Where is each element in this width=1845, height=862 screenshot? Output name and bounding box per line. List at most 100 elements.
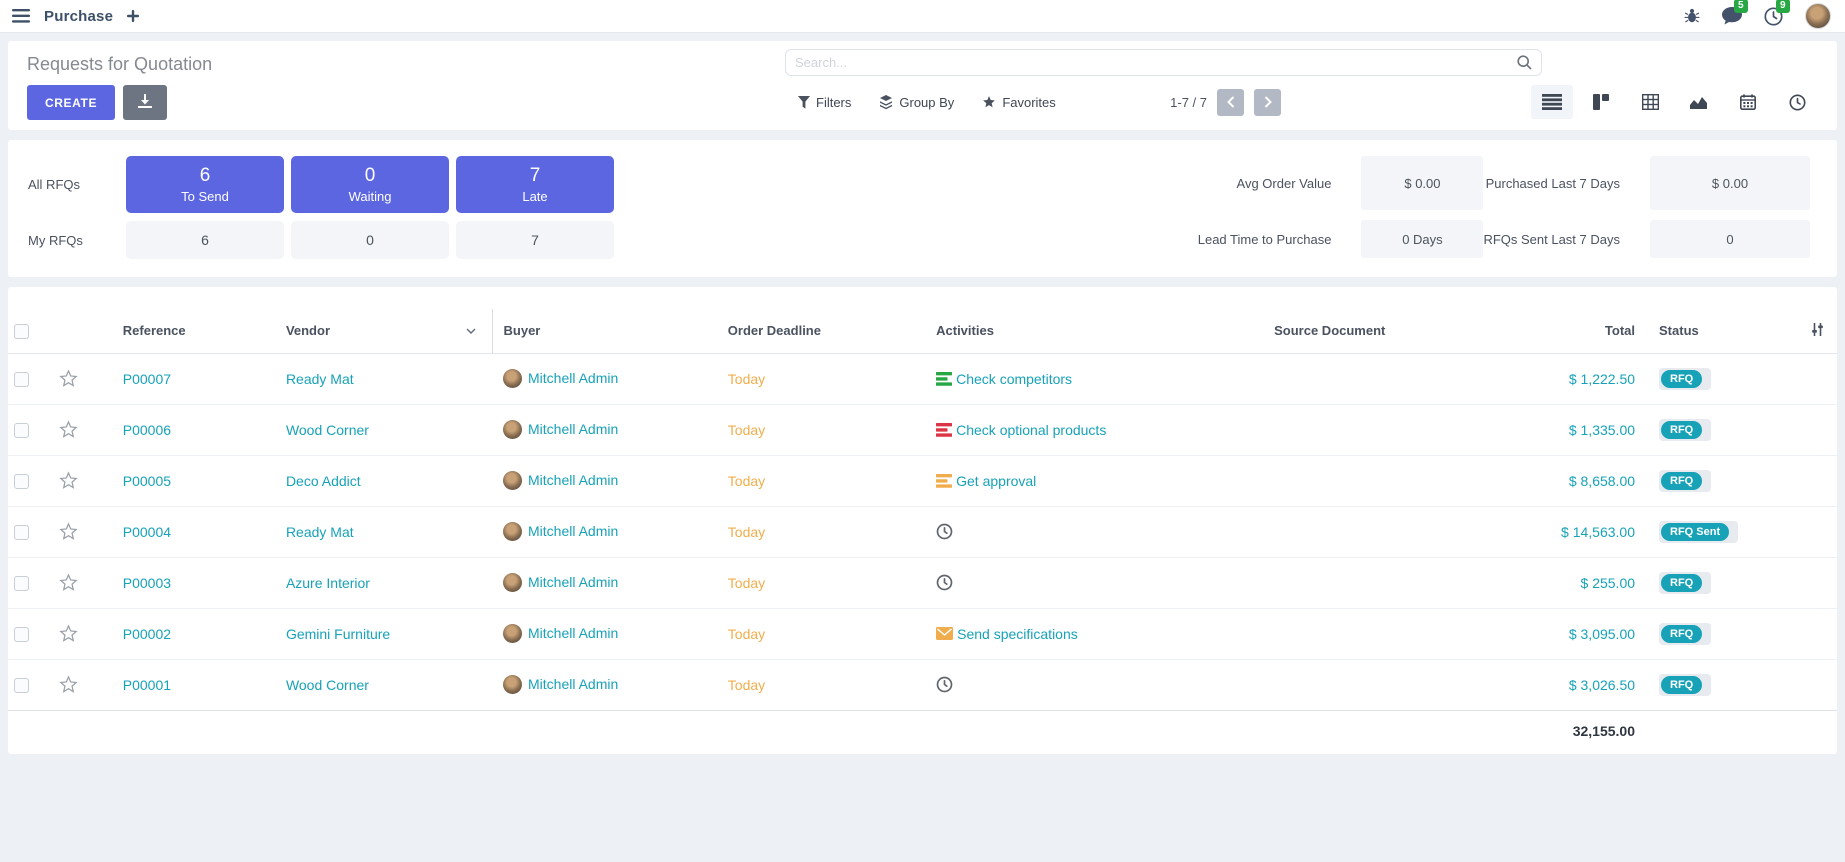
table-row[interactable]: P00006 Wood Corner Mitchell Admin Today [8,404,1837,455]
reference-link: P00004 [123,524,171,540]
row-checkbox[interactable] [14,627,29,642]
favorites-button[interactable]: Favorites [982,95,1055,110]
kpi-late[interactable]: 7 Late [456,156,614,213]
clock-icon [936,676,953,693]
favorite-star-icon[interactable] [59,624,78,643]
row-checkbox[interactable] [14,372,29,387]
table-row[interactable]: P00002 Gemini Furniture Mitchell Admin T… [8,608,1837,659]
table-body: P00007 Ready Mat Mitchell Admin Today [8,353,1837,710]
kpi-waiting[interactable]: 0 Waiting [291,156,449,213]
optional-columns-icon[interactable] [1810,322,1825,337]
calendar-view-button[interactable] [1727,85,1769,119]
filters-button[interactable]: Filters [798,95,851,110]
total-amount: $ 3,095.00 [1569,626,1635,642]
activity-label: Get approval [956,473,1036,489]
my-rfqs-label: My RFQs [27,233,119,248]
export-button[interactable] [123,85,167,120]
user-avatar[interactable] [1805,3,1831,29]
activity-cell[interactable]: Check competitors [936,371,1268,387]
order-deadline: Today [728,422,765,438]
search-icon[interactable] [1517,55,1532,70]
kpi-my-waiting[interactable]: 0 [291,221,449,259]
activity-cell[interactable]: Check optional products [936,422,1268,438]
header-status[interactable]: Status [1649,309,1777,353]
create-button[interactable]: CREATE [27,85,115,120]
row-checkbox[interactable] [14,576,29,591]
row-checkbox[interactable] [14,423,29,438]
pager-next-button[interactable] [1254,89,1281,116]
metric-label: Lead Time to Purchase [1198,232,1362,247]
kpi-to-send[interactable]: 6 To Send [126,156,284,213]
favorite-star-icon[interactable] [59,573,78,592]
activity-cell[interactable] [936,676,1268,693]
metric-value[interactable]: 0 [1650,220,1810,258]
graph-view-button[interactable] [1678,85,1720,119]
header-reference[interactable]: Reference [94,309,247,353]
activity-cell[interactable] [936,574,1268,591]
buyer-avatar [503,369,522,388]
list-view-button[interactable] [1531,85,1573,119]
status-badge: RFQ [1661,472,1702,490]
row-checkbox[interactable] [14,525,29,540]
reference-link: P00001 [123,677,171,693]
metric-value[interactable]: $ 0.00 [1361,156,1483,210]
kanban-view-button[interactable] [1580,85,1622,119]
table-row[interactable]: P00005 Deco Addict Mitchell Admin Today [8,455,1837,506]
header-order-deadline[interactable]: Order Deadline [722,309,931,353]
activity-view-button[interactable] [1776,85,1818,119]
total-amount: $ 8,658.00 [1569,473,1635,489]
metric-value[interactable]: $ 0.00 [1650,156,1810,210]
total-amount: $ 255.00 [1581,575,1636,591]
group-by-button[interactable]: Group By [879,95,954,110]
favorite-star-icon[interactable] [59,471,78,490]
status-cell: RFQ [1659,572,1711,594]
rfq-dashboard: All RFQs 6 To Send 0 Waiting 7 Late My R… [8,140,1837,277]
header-total[interactable]: Total [1488,309,1649,353]
apps-menu-icon[interactable] [12,9,30,23]
header-activities[interactable]: Activities [931,309,1268,353]
app-name[interactable]: Purchase [44,8,113,25]
row-checkbox[interactable] [14,474,29,489]
activities-count-badge: 9 [1776,0,1790,13]
table-row[interactable]: P00001 Wood Corner Mitchell Admin Today [8,659,1837,710]
pivot-view-button[interactable] [1629,85,1671,119]
grand-total: 32,155.00 [1573,723,1635,739]
pivot-grid-icon [1642,94,1659,110]
activities-clock-icon[interactable]: 9 [1764,7,1783,26]
header-vendor[interactable]: Vendor [247,309,492,353]
buyer-avatar [503,471,522,490]
header-source-document[interactable]: Source Document [1268,309,1488,353]
order-deadline: Today [728,524,765,540]
plus-icon[interactable] [127,10,139,22]
favorite-star-icon[interactable] [59,420,78,439]
table-row[interactable]: P00007 Ready Mat Mitchell Admin Today [8,353,1837,404]
search-box [785,49,1542,76]
header-buyer[interactable]: Buyer [492,309,722,353]
select-all-checkbox[interactable] [14,324,29,339]
row-checkbox[interactable] [14,678,29,693]
pager-previous-button[interactable] [1217,89,1244,116]
status-cell: RFQ Sent [1659,521,1738,543]
order-deadline: Today [728,473,765,489]
favorite-star-icon[interactable] [59,522,78,541]
table-row[interactable]: P00003 Azure Interior Mitchell Admin Tod… [8,557,1837,608]
metric-value[interactable]: 0 Days [1361,220,1483,258]
search-input[interactable] [795,55,1517,70]
reference-link: P00007 [123,371,171,387]
table-row[interactable]: P00004 Ready Mat Mitchell Admin Today [8,506,1837,557]
buyer-name: Mitchell Admin [528,421,618,437]
activity-cell[interactable]: Send specifications [936,626,1268,642]
favorite-star-icon[interactable] [59,369,78,388]
kpi-my-late[interactable]: 7 [456,221,614,259]
order-deadline: Today [728,371,765,387]
control-panel: Requests for Quotation CREATE [8,41,1837,130]
status-cell: RFQ [1659,674,1711,696]
activity-cell[interactable] [936,523,1268,540]
buyer-name: Mitchell Admin [528,574,618,590]
messages-icon[interactable]: 5 [1722,7,1742,25]
debug-bug-icon[interactable] [1684,8,1700,24]
tasks-icon [936,423,952,437]
kpi-my-to-send[interactable]: 6 [126,221,284,259]
favorite-star-icon[interactable] [59,675,78,694]
activity-cell[interactable]: Get approval [936,473,1268,489]
